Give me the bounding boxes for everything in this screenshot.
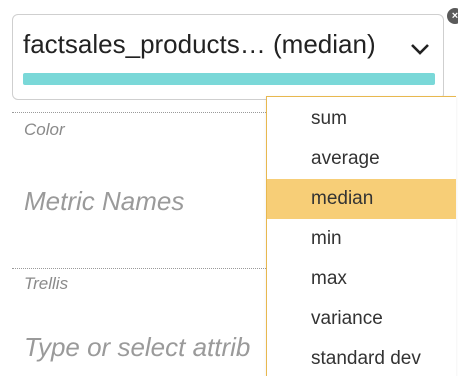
menu-item-min[interactable]: min bbox=[267, 219, 456, 259]
menu-item-average[interactable]: average bbox=[267, 139, 456, 179]
color-section-label: Color bbox=[24, 120, 65, 139]
close-icon[interactable]: × bbox=[447, 8, 458, 24]
menu-item-variance[interactable]: variance bbox=[267, 299, 456, 339]
menu-item-max[interactable]: max bbox=[267, 259, 456, 299]
menu-item-sum[interactable]: sum bbox=[267, 99, 456, 139]
trellis-section-label: Trellis bbox=[24, 274, 69, 293]
metric-chip-label[interactable]: factsales_products… (median) bbox=[23, 29, 376, 60]
metric-color-bar bbox=[23, 73, 435, 85]
metric-chip[interactable]: factsales_products… (median) bbox=[12, 14, 444, 100]
chevron-down-icon[interactable] bbox=[409, 39, 431, 59]
color-value[interactable]: Metric Names bbox=[24, 186, 184, 217]
aggregation-dropdown: sum average median min max variance stan… bbox=[266, 96, 456, 376]
menu-item-standard-dev[interactable]: standard dev bbox=[267, 339, 456, 376]
section-divider bbox=[12, 268, 274, 269]
menu-item-median[interactable]: median bbox=[267, 179, 456, 219]
section-divider bbox=[12, 112, 274, 113]
trellis-input[interactable]: Type or select attrib bbox=[24, 332, 250, 363]
